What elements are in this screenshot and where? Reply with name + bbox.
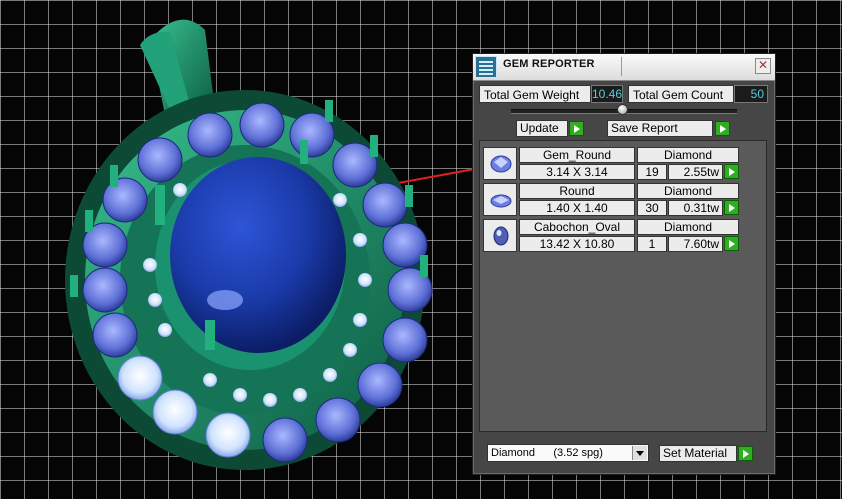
total-gem-count-label: Total Gem Count (628, 85, 734, 103)
gem-select-go-icon[interactable] (724, 164, 739, 179)
gem-shape: Round (519, 183, 635, 199)
gem-select-go-icon[interactable] (724, 236, 739, 251)
total-gem-count-value: 50 (734, 85, 768, 103)
gem-reporter-app-icon (475, 56, 497, 78)
update-button[interactable]: Update (516, 120, 568, 137)
gem-size: 1.40 X 1.40 (519, 200, 635, 216)
gem-row[interactable]: Gem_Round Diamond 3.14 X 3.14 19 2.55tw (483, 147, 741, 180)
gem-material: Diamond (637, 219, 739, 235)
title-bar[interactable]: GEM REPORTER ✕ (473, 54, 775, 81)
round-gem-icon (483, 147, 517, 180)
gem-size: 13.42 X 10.80 (519, 236, 635, 252)
round-gem-icon (483, 183, 517, 216)
gem-weight: 2.55tw (668, 164, 723, 180)
set-material-go-icon[interactable] (738, 446, 753, 461)
gem-select-go-icon[interactable] (724, 200, 739, 215)
gem-shape: Cabochon_Oval (519, 219, 635, 235)
gem-weight: 7.60tw (668, 236, 723, 252)
slider-handle[interactable] (617, 104, 628, 115)
save-report-go-icon[interactable] (715, 121, 730, 136)
oval-cabochon-icon (483, 219, 517, 252)
gem-row[interactable]: Round Diamond 1.40 X 1.40 30 0.31tw (483, 183, 741, 216)
gem-count: 30 (637, 200, 667, 216)
close-button[interactable]: ✕ (755, 58, 771, 74)
gem-material: Diamond (637, 183, 739, 199)
gem-count: 19 (637, 164, 667, 180)
save-report-button[interactable]: Save Report (607, 120, 713, 137)
gem-weight: 0.31tw (668, 200, 723, 216)
title-separator (621, 57, 622, 76)
material-select-value: Diamond (3.52 spg) (491, 447, 603, 459)
window-title: GEM REPORTER (503, 58, 595, 70)
gem-material: Diamond (637, 147, 739, 163)
gem-shape: Gem_Round (519, 147, 635, 163)
chevron-down-icon[interactable] (632, 446, 647, 460)
total-gem-weight-value: 10.46 (591, 85, 623, 103)
update-go-icon[interactable] (569, 121, 584, 136)
set-material-button[interactable]: Set Material (659, 445, 737, 462)
gem-row[interactable]: Cabochon_Oval Diamond 13.42 X 10.80 1 7.… (483, 219, 741, 252)
gem-count: 1 (637, 236, 667, 252)
gem-size: 3.14 X 3.14 (519, 164, 635, 180)
total-gem-weight-label: Total Gem Weight (479, 85, 591, 103)
material-select[interactable]: Diamond (3.52 spg) (487, 444, 649, 462)
gem-reporter-panel: GEM REPORTER ✕ Total Gem Weight 10.46 To… (472, 53, 776, 475)
